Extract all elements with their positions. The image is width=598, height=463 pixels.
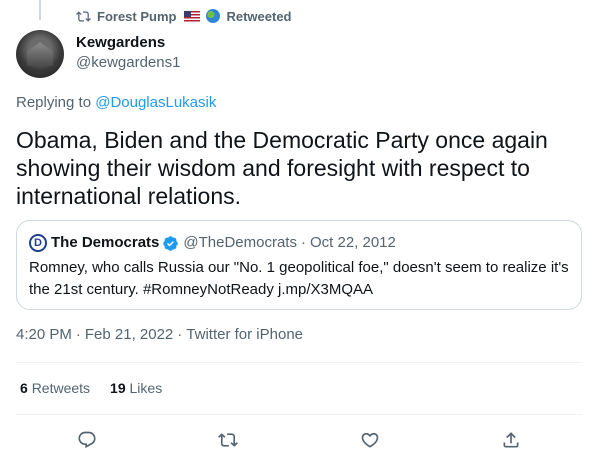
quote-author-handle: @TheDemocrats bbox=[183, 234, 297, 251]
retweets-stat[interactable]: 6 Retweets bbox=[20, 380, 90, 396]
tweet-author: Kewgardens @kewgardens1 bbox=[16, 30, 180, 78]
retweets-label: Retweets bbox=[31, 380, 91, 396]
tweet-stats: 6 Retweets 19 Likes bbox=[20, 380, 162, 396]
quoted-tweet[interactable]: D The Democrats @TheDemocrats · Oct 22, … bbox=[16, 220, 582, 310]
globe-icon bbox=[206, 9, 221, 23]
reply-icon bbox=[78, 431, 96, 449]
share-icon bbox=[503, 432, 519, 448]
democrats-logo-icon: D bbox=[29, 234, 47, 252]
quote-separator: · bbox=[300, 234, 306, 251]
retweet-context-icon bbox=[76, 10, 91, 22]
retweet-icon bbox=[218, 433, 239, 447]
quote-text: Romney, who calls Russia our "No. 1 geop… bbox=[29, 259, 569, 298]
replying-to: Replying to @DouglasLukasik bbox=[16, 94, 216, 111]
retweet-context: Forest Pump Retweeted bbox=[76, 8, 292, 24]
tweet-time[interactable]: 4:20 PM bbox=[16, 326, 72, 343]
quote-date: Oct 22, 2012 bbox=[309, 234, 396, 251]
verified-badge-icon bbox=[163, 235, 179, 251]
author-handle[interactable]: @kewgardens1 bbox=[76, 53, 180, 73]
meta-separator: · bbox=[177, 326, 183, 343]
divider bbox=[16, 414, 582, 415]
likes-stat[interactable]: 19 Likes bbox=[110, 380, 162, 396]
retweeter-name[interactable]: Forest Pump bbox=[97, 9, 176, 24]
likes-label: Likes bbox=[129, 380, 163, 396]
us-flag-icon bbox=[184, 10, 201, 22]
share-button[interactable] bbox=[493, 422, 529, 458]
tweet-text: Obama, Biden and the Democratic Party on… bbox=[16, 127, 548, 209]
reply-button[interactable] bbox=[69, 422, 105, 458]
like-button[interactable] bbox=[352, 422, 388, 458]
replying-target-link[interactable]: @DouglasLukasik bbox=[95, 94, 216, 111]
tweet-date[interactable]: Feb 21, 2022 bbox=[85, 326, 173, 343]
meta-separator: · bbox=[75, 326, 81, 343]
retweet-action-label: Retweeted bbox=[226, 8, 292, 24]
replying-prefix: Replying to bbox=[16, 94, 92, 111]
like-icon bbox=[361, 432, 379, 448]
likes-count: 19 bbox=[110, 380, 126, 396]
action-bar bbox=[16, 422, 582, 458]
divider bbox=[16, 362, 582, 363]
tweet-meta: 4:20 PM · Feb 21, 2022 · Twitter for iPh… bbox=[16, 326, 303, 343]
thread-line bbox=[39, 0, 41, 20]
avatar[interactable] bbox=[16, 30, 64, 78]
tweet-source[interactable]: Twitter for iPhone bbox=[186, 326, 303, 343]
quote-author-name: The Democrats bbox=[51, 234, 160, 251]
author-display-name[interactable]: Kewgardens bbox=[76, 33, 180, 53]
retweets-count: 6 bbox=[20, 380, 28, 396]
retweet-button[interactable] bbox=[210, 422, 246, 458]
